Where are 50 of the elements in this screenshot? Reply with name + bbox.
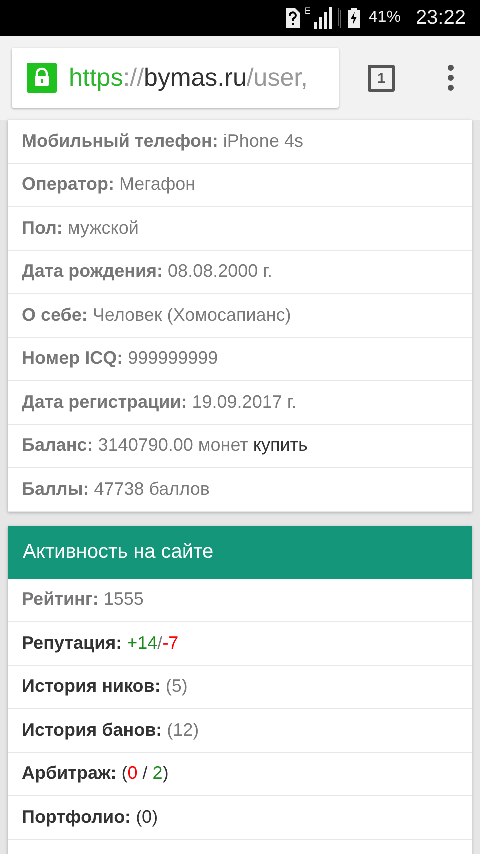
field-value: -7 [162,632,179,654]
unknown-sim-icon [284,8,300,28]
data-arrows-icon [336,8,343,28]
field-label: О себе: [22,304,88,326]
address-bar[interactable]: https://bymas.ru/user, [12,48,339,108]
field-value: 999999999 [128,348,218,370]
history-link[interactable]: Репутация: [22,632,122,654]
field-value: 0 [128,763,138,784]
history-link[interactable]: Портфолио: [22,806,132,828]
history-link[interactable]: История ников: [22,676,161,698]
buy-link[interactable]: купить [253,435,308,456]
field-label: Мобильный телефон: [22,130,218,152]
lock-icon [27,63,57,93]
field-label: Пол: [22,218,63,239]
field-label: Баланс: [22,435,94,456]
signal-icon [312,7,332,29]
field-value: 19.09.2017 г. [192,392,297,413]
field-value: ) [162,763,169,784]
tab-count-button[interactable]: 1 [368,64,395,92]
field-value: +14 [127,632,158,654]
field-value: мужской [68,218,139,239]
network-type: E [304,6,311,16]
field-label: Дата рождения: [22,261,164,282]
field-value: 3140790.00 монет [98,435,248,456]
field-label: Оператор: [22,174,114,196]
battery-charging-icon [348,8,360,28]
field-value: (12) [167,720,200,741]
history-link[interactable]: Арбитраж: [22,763,117,784]
field-value: / [158,632,163,654]
field-value: ( [122,763,128,784]
field-value: 2 [152,763,163,784]
field-value: 08.08.2000 г. [168,261,273,282]
field-label: Рейтинг: [22,589,99,610]
menu-icon[interactable] [447,65,455,91]
field-value: 47738 баллов [94,478,210,500]
field-label: Дата регистрации: [22,392,188,413]
field-value: (0) [136,806,158,828]
field-value: 1555 [104,589,144,610]
field-label: Баллы: [22,478,90,500]
field-value: (5) [166,676,188,698]
field-label: Номер ICQ: [22,348,124,370]
battery-percent: 41% [368,9,401,27]
url-text: https://bymas.ru/user, [69,64,308,92]
section-header: Активность на сайте [8,526,472,578]
field-value: Человек (Хомосапианс) [92,304,292,326]
clock: 23:22 [416,6,466,30]
history-link[interactable]: История банов: [22,720,162,741]
field-value: / [142,763,149,784]
field-value: Мегафон [119,174,196,196]
field-value: iPhone 4s [223,130,304,152]
